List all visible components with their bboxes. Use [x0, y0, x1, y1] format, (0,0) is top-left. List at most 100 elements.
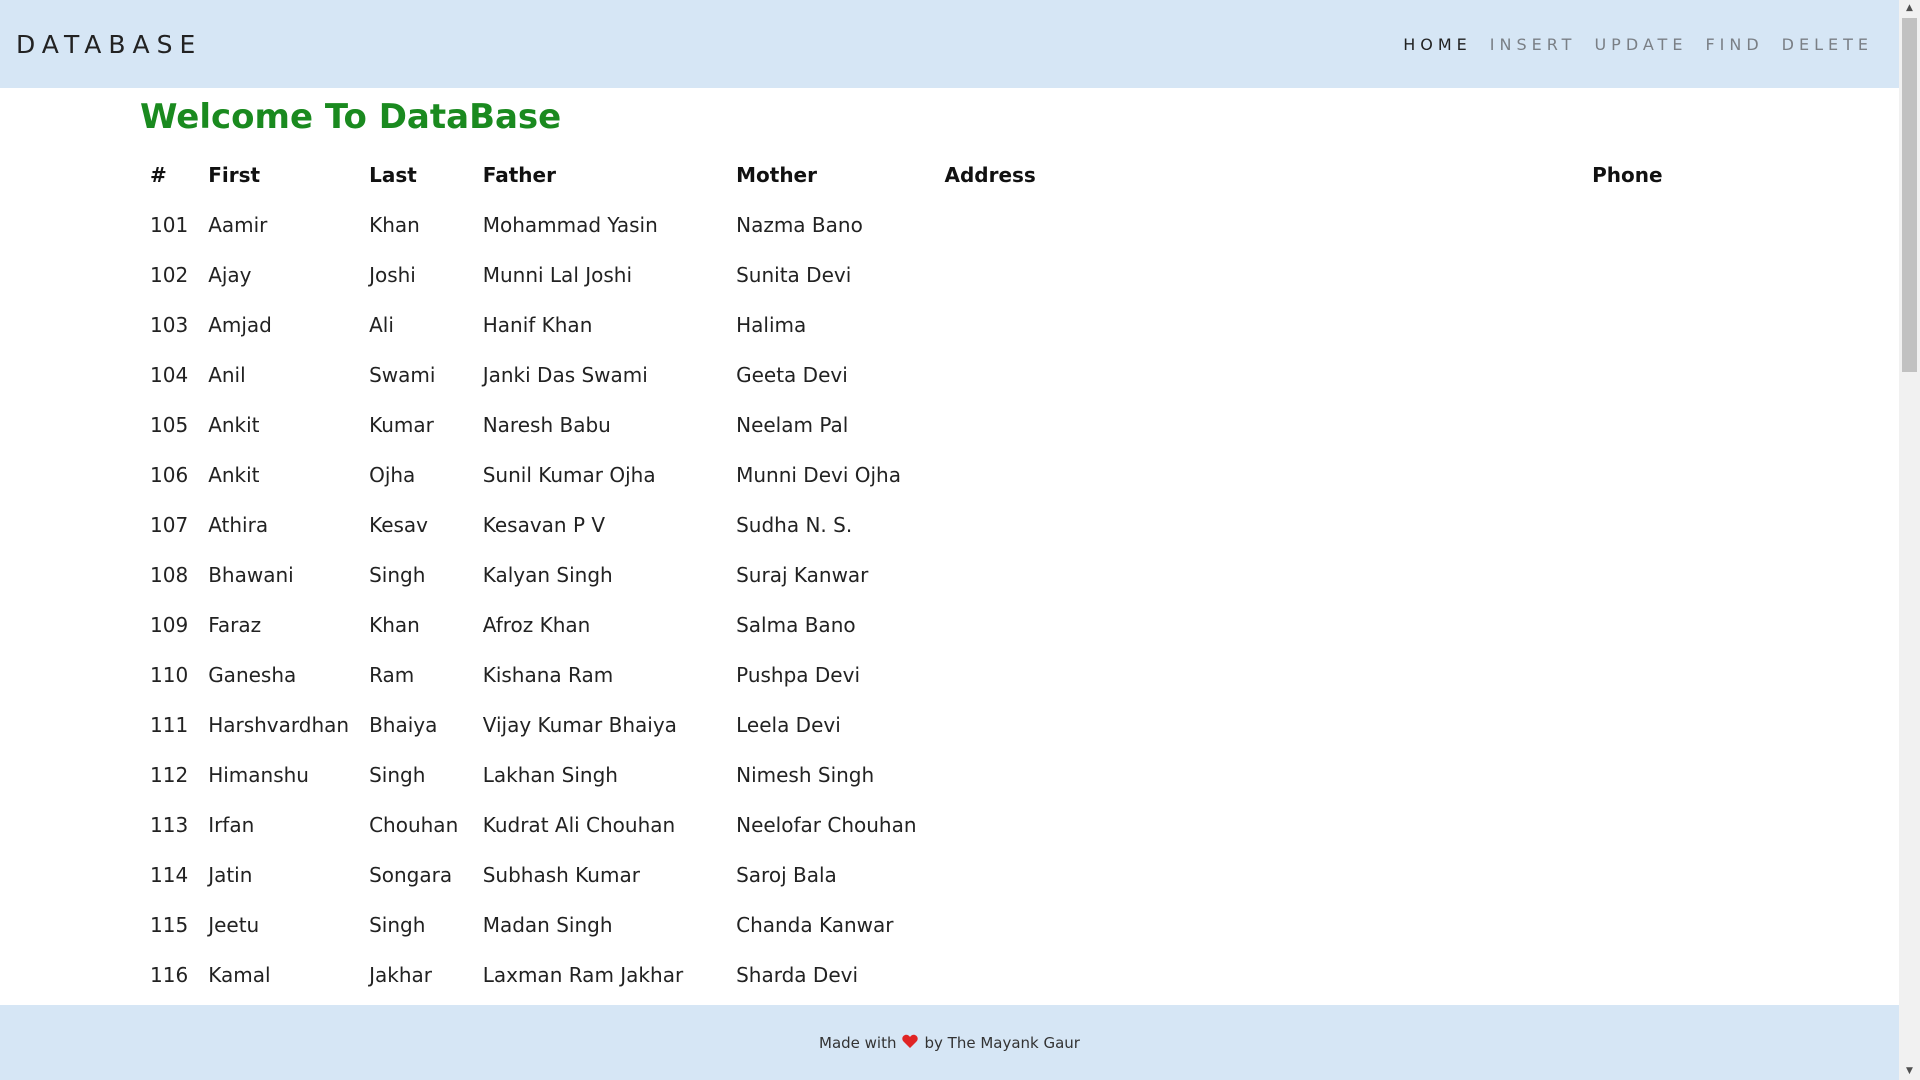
cell-father: Mohammad Yasin — [482, 213, 658, 237]
cell-mother: Nazma Bano — [736, 213, 863, 237]
cell-last: Kumar — [369, 413, 434, 437]
cell-address — [934, 200, 1582, 250]
table-row: 101 Aamir Khan Mohammad Yasin Nazma Bano — [140, 200, 1700, 250]
brand-logo[interactable]: DATABASE — [16, 30, 202, 59]
footer-suffix: by The Mayank Gaur — [924, 1033, 1080, 1052]
nav-link-insert[interactable]: INSERT — [1490, 35, 1577, 54]
cell-first: Jatin — [208, 863, 253, 887]
cell-mother: Munni Devi Ojha — [736, 463, 901, 487]
cell-last: Khan — [369, 213, 420, 237]
cell-last: Singh — [369, 763, 426, 787]
nav-links: HOME INSERT UPDATE FIND DELETE — [1385, 35, 1873, 54]
cell-id: 101 — [150, 213, 189, 237]
cell-last: Ali — [369, 313, 394, 337]
cell-address — [934, 450, 1582, 500]
cell-phone — [1582, 450, 1700, 500]
column-header-address: Address — [944, 163, 1036, 187]
cell-mother: Salma Bano — [736, 613, 856, 637]
cell-phone — [1582, 600, 1700, 650]
cell-id: 111 — [150, 713, 189, 737]
cell-mother: Sharda Devi — [736, 963, 859, 987]
cell-first: Faraz — [208, 613, 262, 637]
cell-address — [934, 400, 1582, 450]
cell-phone — [1582, 250, 1700, 300]
cell-address — [934, 600, 1582, 650]
cell-mother: Leela Devi — [736, 713, 841, 737]
table-row: 111 Harshvardhan Bhaiya Vijay Kumar Bhaiya L… — [140, 700, 1700, 750]
cell-last: Joshi — [369, 263, 416, 287]
cell-first: Irfan — [208, 813, 255, 837]
cell-last: Ojha — [369, 463, 416, 487]
cell-phone — [1582, 850, 1700, 900]
cell-last: Jakhar — [369, 963, 432, 987]
table-row: 104 Anil Swami Janki Das Swami Geeta Devi — [140, 350, 1700, 400]
cell-id: 105 — [150, 413, 189, 437]
table-row: 107 Athira Kesav Kesavan P V Sudha N. S. — [140, 500, 1700, 550]
cell-mother: Sunita Devi — [736, 263, 852, 287]
cell-mother: Pushpa Devi — [736, 663, 860, 687]
cell-father: Kalyan Singh — [482, 563, 613, 587]
nav-link-home[interactable]: HOME — [1403, 35, 1472, 54]
cell-first: Athira — [208, 513, 269, 537]
table-row: 105 Ankit Kumar Naresh Babu Neelam Pal — [140, 400, 1700, 450]
cell-address — [934, 350, 1582, 400]
cell-first: Anil — [208, 363, 246, 387]
cell-phone — [1582, 900, 1700, 950]
cell-last: Singh — [369, 563, 426, 587]
cell-mother: Saroj Bala — [736, 863, 837, 887]
cell-id: 103 — [150, 313, 189, 337]
table-row: 115 Jeetu Singh Madan Singh Chanda Kanwar — [140, 900, 1700, 950]
vertical-scrollbar[interactable]: ▲ ▼ — [1899, 0, 1920, 1080]
page-title: Welcome To DataBase — [140, 97, 562, 137]
cell-last: Songara — [369, 863, 453, 887]
cell-id: 102 — [150, 263, 189, 287]
table-row: 114 Jatin Songara Subhash Kumar Saroj Bala — [140, 850, 1700, 900]
cell-id: 108 — [150, 563, 189, 587]
cell-father: Kesavan P V — [482, 513, 606, 537]
cell-father: Janki Das Swami — [482, 363, 648, 387]
table-row: 112 Himanshu Singh Lakhan Singh Nimesh Singh — [140, 750, 1700, 800]
cell-id: 114 — [150, 863, 189, 887]
cell-id: 116 — [150, 963, 189, 987]
column-header-phone: Phone — [1592, 163, 1663, 187]
cell-first: Amjad — [208, 313, 272, 337]
cell-first: Kamal — [208, 963, 271, 987]
cell-father: Kishana Ram — [482, 663, 614, 687]
table-row: 113 Irfan Chouhan Kudrat Ali Chouhan Neelofa… — [140, 800, 1700, 850]
cell-first: Ankit — [208, 413, 260, 437]
cell-first: Ajay — [208, 263, 252, 287]
cell-father: Naresh Babu — [482, 413, 611, 437]
column-header-first: First — [208, 163, 261, 187]
cell-id: 106 — [150, 463, 189, 487]
nav-link-delete[interactable]: DELETE — [1782, 35, 1873, 54]
cell-last: Bhaiya — [369, 713, 438, 737]
scroll-up-arrow-icon[interactable]: ▲ — [1899, 0, 1920, 17]
nav-link-update[interactable]: UPDATE — [1594, 35, 1687, 54]
column-header-father: Father — [482, 163, 556, 187]
cell-last: Kesav — [369, 513, 429, 537]
cell-mother: Geeta Devi — [736, 363, 848, 387]
footer-prefix: Made with — [819, 1033, 897, 1052]
cell-phone — [1582, 200, 1700, 250]
cell-address — [934, 300, 1582, 350]
cell-father: Subhash Kumar — [482, 863, 640, 887]
cell-id: 110 — [150, 663, 189, 687]
cell-id: 109 — [150, 613, 189, 637]
cell-phone — [1582, 300, 1700, 350]
cell-id: 104 — [150, 363, 189, 387]
cell-father: Afroz Khan — [482, 613, 591, 637]
cell-father: Vijay Kumar Bhaiya — [482, 713, 677, 737]
nav-link-find[interactable]: FIND — [1705, 35, 1763, 54]
cell-address — [934, 250, 1582, 300]
cell-father: Madan Singh — [482, 913, 613, 937]
scrollbar-thumb[interactable] — [1902, 18, 1917, 372]
cell-mother: Chanda Kanwar — [736, 913, 894, 937]
cell-address — [934, 550, 1582, 600]
table-row: 116 Kamal Jakhar Laxman Ram Jakhar Sharda De… — [140, 950, 1700, 1000]
scroll-down-arrow-icon[interactable]: ▼ — [1899, 1063, 1920, 1080]
cell-phone — [1582, 350, 1700, 400]
cell-mother: Nimesh Singh — [736, 763, 875, 787]
cell-father: Hanif Khan — [482, 313, 593, 337]
cell-id: 115 — [150, 913, 189, 937]
cell-phone — [1582, 950, 1700, 1000]
